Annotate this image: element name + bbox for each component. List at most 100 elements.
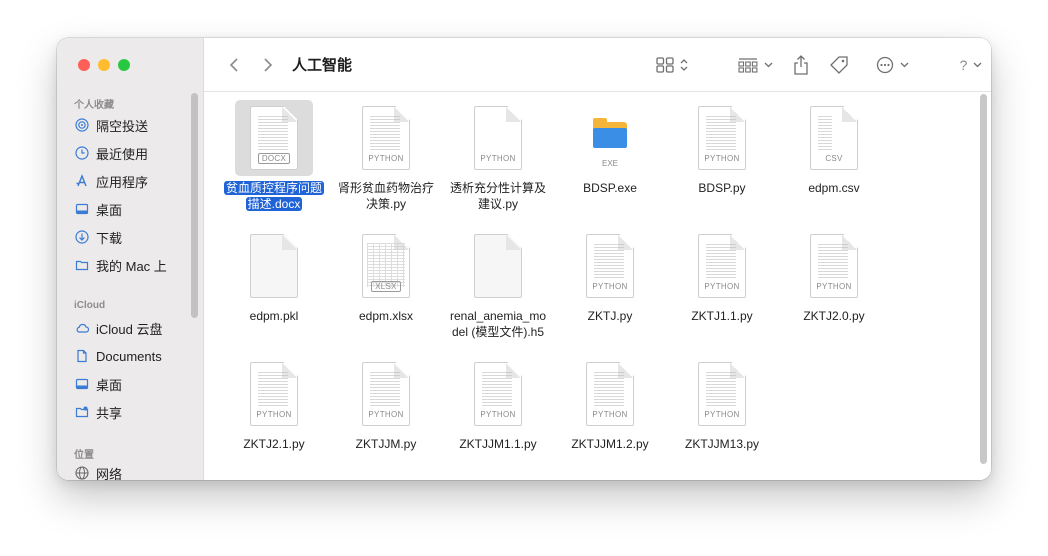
cloud-icon <box>75 321 89 335</box>
file-name: edpm.pkl <box>249 309 299 323</box>
view-mode-button[interactable] <box>652 52 692 78</box>
generic-file-icon <box>474 234 522 298</box>
python-file-icon: PYTHON <box>586 362 634 426</box>
file-name: ZKTJJM.py <box>355 437 417 451</box>
share-icon <box>794 55 808 75</box>
applications-icon <box>75 174 89 188</box>
exe-file-icon: EXE <box>589 116 631 168</box>
tag-button[interactable] <box>828 52 850 78</box>
more-actions-button[interactable] <box>872 52 912 78</box>
sidebar-item-downloads[interactable]: 下载 <box>75 226 122 248</box>
file-thumbnail: PYTHON <box>347 100 425 176</box>
file-name: ZKTJ.py <box>587 309 633 323</box>
file-thumbnail: PYTHON <box>795 228 873 304</box>
xlsx-file-icon: XLSX <box>362 234 410 298</box>
file-thumbnail: PYTHON <box>347 356 425 432</box>
clock-icon <box>75 146 89 160</box>
python-file-icon: PYTHON <box>586 234 634 298</box>
sidebar-item-network[interactable]: 网络 <box>75 462 122 480</box>
airdrop-icon <box>75 118 89 132</box>
sidebar-item-airdrop[interactable]: 隔空投送 <box>75 114 148 136</box>
sidebar-item-label: 我的 Mac 上 <box>96 258 167 274</box>
content-scrollbar[interactable] <box>980 94 987 464</box>
main-content: 人工智能 ? DOCX 贫血质控程序问题 描述.docx PYTHON 肾形贫血… <box>204 38 991 480</box>
document-icon <box>75 349 89 363</box>
sidebar-item-label: Documents <box>96 348 162 364</box>
sidebar-scrollbar[interactable] <box>191 93 198 318</box>
updown-chevron-icon <box>680 59 688 71</box>
file-name: BDSP.exe <box>583 181 637 195</box>
sidebar-item-applications[interactable]: 应用程序 <box>75 170 148 192</box>
sidebar-item-label: iCloud 云盘 <box>96 321 163 337</box>
python-file-icon: PYTHON <box>362 106 410 170</box>
desktop-icon <box>75 202 89 216</box>
file-thumbnail: PYTHON <box>683 100 761 176</box>
sidebar-header-locations: 位置 <box>74 450 94 461</box>
tag-icon <box>830 56 848 74</box>
sidebar-item-recents[interactable]: 最近使用 <box>75 142 148 164</box>
sidebar-header-icloud: iCloud <box>74 300 106 311</box>
sidebar-item-on-my-mac[interactable]: 我的 Mac 上 <box>75 254 167 276</box>
shared-folder-icon <box>75 405 89 419</box>
generic-file-icon <box>250 234 298 298</box>
chevron-down-icon <box>973 62 982 68</box>
minimize-button[interactable] <box>98 59 110 71</box>
ellipsis-circle-icon <box>876 56 893 74</box>
file-thumbnail: CSV <box>795 100 873 176</box>
close-button[interactable] <box>78 59 90 71</box>
python-file-icon: PYTHON <box>810 234 858 298</box>
network-icon <box>75 466 89 480</box>
sidebar-item-label: 桌面 <box>96 202 123 218</box>
file-name: ZKTJ1.1.py <box>691 309 753 323</box>
sidebar-item-desktop[interactable]: 桌面 <box>75 198 122 220</box>
finder-window: 个人收藏 隔空投送 最近使用 应用程序 桌面 下载 我的 Mac 上 iClou… <box>57 38 991 480</box>
help-button[interactable]: ? <box>954 52 988 78</box>
python-file-icon: PYTHON <box>698 106 746 170</box>
file-thumbnail: XLSX <box>347 228 425 304</box>
file-name: ZKTJJM1.1.py <box>459 437 537 451</box>
group-button[interactable] <box>734 52 776 78</box>
sidebar-item-documents[interactable]: Documents <box>75 345 162 367</box>
chevron-right-icon <box>264 58 273 72</box>
file-thumbnail: PYTHON <box>683 356 761 432</box>
docx-file-icon: DOCX <box>250 106 298 170</box>
file-name: 肾形贫血药物治疗 决策.py <box>337 181 434 211</box>
python-file-icon: PYTHON <box>250 362 298 426</box>
file-thumbnail: PYTHON <box>459 100 537 176</box>
csv-file-icon: CSV <box>810 106 858 170</box>
file-name: edpm.xlsx <box>358 309 414 323</box>
python-file-icon: PYTHON <box>698 234 746 298</box>
file-thumbnail: PYTHON <box>235 356 313 432</box>
download-icon <box>75 230 89 244</box>
help-icon: ? <box>959 57 968 73</box>
python-file-icon: PYTHON <box>474 362 522 426</box>
file-thumbnail: DOCX <box>235 100 313 176</box>
sidebar-item-icloud-desktop[interactable]: 桌面 <box>75 373 122 395</box>
file-name: ZKTJJM13.py <box>684 437 759 451</box>
sidebar-item-label: 网络 <box>96 466 123 481</box>
file-thumbnail: EXE <box>571 100 649 176</box>
sidebar-item-shared[interactable]: 共享 <box>75 401 122 423</box>
sidebar-item-label: 桌面 <box>96 377 123 393</box>
sidebar-item-icloud-drive[interactable]: iCloud 云盘 <box>75 317 162 339</box>
chevron-left-icon <box>229 58 238 72</box>
group-icon <box>737 58 757 73</box>
sidebar-header-favorites: 个人收藏 <box>74 100 114 111</box>
chevron-down-icon <box>764 62 772 68</box>
file-name: ZKTJJM1.2.py <box>571 437 649 451</box>
python-file-icon: PYTHON <box>362 362 410 426</box>
file-name: edpm.csv <box>808 181 860 195</box>
back-button[interactable] <box>224 52 244 78</box>
share-button[interactable] <box>790 52 812 78</box>
file-thumbnail: PYTHON <box>683 228 761 304</box>
file-name: renal_anemia_mo del (模型文件).h5 <box>449 309 547 339</box>
sidebar-item-label: 应用程序 <box>96 174 149 190</box>
forward-button[interactable] <box>258 52 278 78</box>
sidebar-item-label: 最近使用 <box>96 146 149 162</box>
python-file-icon: PYTHON <box>474 106 522 170</box>
toolbar: 人工智能 ? <box>204 38 991 92</box>
sidebar-item-label: 下载 <box>96 230 123 246</box>
zoom-button[interactable] <box>118 59 130 71</box>
file-name: 贫血质控程序问题 描述.docx <box>223 181 324 211</box>
file-thumbnail: PYTHON <box>571 228 649 304</box>
